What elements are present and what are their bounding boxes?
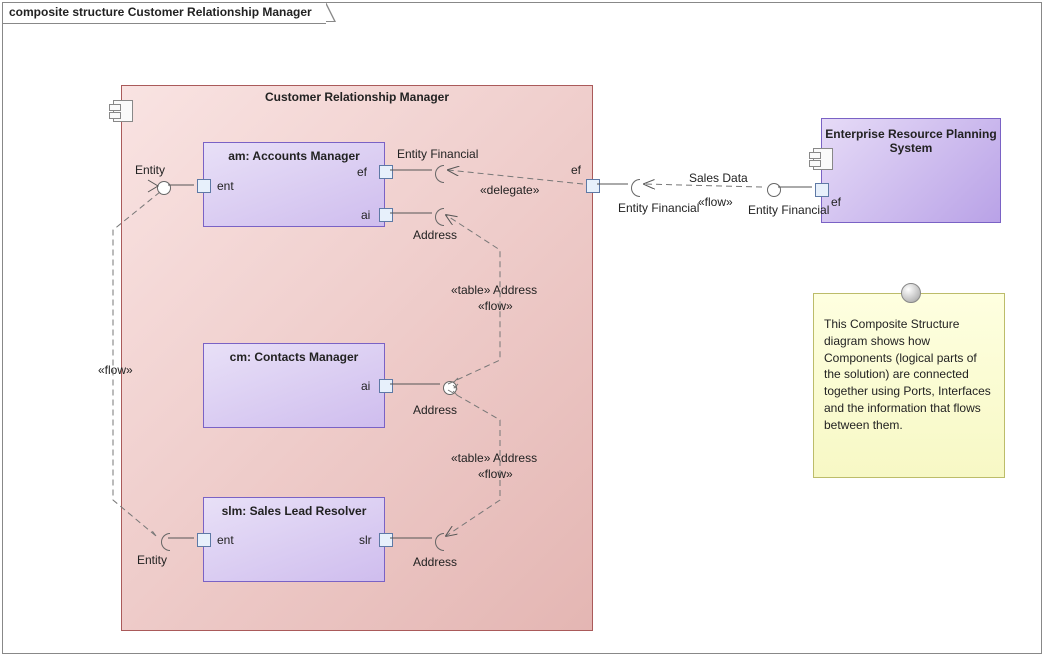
crm-ef-port[interactable] bbox=[586, 179, 600, 193]
slm-ent-port[interactable] bbox=[197, 533, 211, 547]
cm-title: cm: Contacts Manager bbox=[230, 350, 359, 364]
flow-label-entity: «flow» bbox=[98, 363, 133, 377]
delegate-label: «delegate» bbox=[480, 183, 539, 197]
note-pin-icon bbox=[901, 283, 921, 303]
entity-label-top: Entity bbox=[135, 163, 165, 177]
am-ai-label: ai bbox=[361, 208, 370, 222]
flow-label-sales: «flow» bbox=[698, 195, 733, 209]
table-address-label-1: «table» Address bbox=[451, 283, 537, 297]
component-icon bbox=[113, 100, 133, 122]
diagram-note[interactable]: This Composite Structure diagram shows h… bbox=[813, 293, 1005, 478]
cm-ai-port[interactable] bbox=[379, 379, 393, 393]
am-ai-port[interactable] bbox=[379, 208, 393, 222]
entity-interface-ball bbox=[157, 181, 171, 195]
am-ai-interface-label: Address bbox=[413, 228, 457, 242]
contacts-manager-component[interactable]: cm: Contacts Manager bbox=[203, 343, 385, 428]
slm-address-interface-label: Address bbox=[413, 555, 457, 569]
frame-title-tab: composite structure Customer Relationshi… bbox=[2, 2, 326, 24]
flow-label-addr1: «flow» bbox=[478, 299, 513, 313]
flow-label-addr2: «flow» bbox=[478, 467, 513, 481]
crm-title: Customer Relationship Manager bbox=[122, 86, 592, 104]
am-ef-port[interactable] bbox=[379, 165, 393, 179]
slm-title: slm: Sales Lead Resolver bbox=[222, 504, 367, 518]
crm-ef-interface-label: Entity Financial bbox=[618, 201, 678, 215]
crm-ef-socket bbox=[631, 179, 640, 197]
am-ent-port[interactable] bbox=[197, 179, 211, 193]
erp-ef-interface-label: Entity Financial bbox=[748, 203, 808, 217]
slm-slr-port[interactable] bbox=[379, 533, 393, 547]
erp-ef-port[interactable] bbox=[815, 183, 829, 197]
frame-title: composite structure Customer Relationshi… bbox=[9, 5, 312, 19]
diagram-frame: composite structure Customer Relationshi… bbox=[2, 2, 1042, 654]
am-ef-label: ef bbox=[357, 165, 367, 179]
component-icon bbox=[813, 148, 833, 170]
note-text: This Composite Structure diagram shows h… bbox=[824, 317, 991, 432]
erp-title: Enterprise Resource Planning System bbox=[825, 127, 996, 155]
entity-label-bottom: Entity bbox=[137, 553, 167, 567]
crm-ef-port-label: ef bbox=[571, 163, 581, 177]
slm-ent-label: ent bbox=[217, 533, 234, 547]
cm-ai-label: ai bbox=[361, 379, 370, 393]
sales-data-label: Sales Data bbox=[689, 171, 748, 185]
cm-address-ball bbox=[443, 381, 457, 395]
am-title: am: Accounts Manager bbox=[228, 149, 360, 163]
am-ent-label: ent bbox=[217, 179, 234, 193]
erp-ef-ball bbox=[767, 183, 781, 197]
cm-ai-interface-label: Address bbox=[413, 403, 457, 417]
erp-ef-port-label: ef bbox=[831, 195, 841, 209]
erp-component[interactable]: Enterprise Resource Planning System bbox=[821, 118, 1001, 223]
table-address-label-2: «table» Address bbox=[451, 451, 537, 465]
slm-slr-label: slr bbox=[359, 533, 372, 547]
am-ef-interface-label: Entity Financial bbox=[397, 147, 478, 161]
